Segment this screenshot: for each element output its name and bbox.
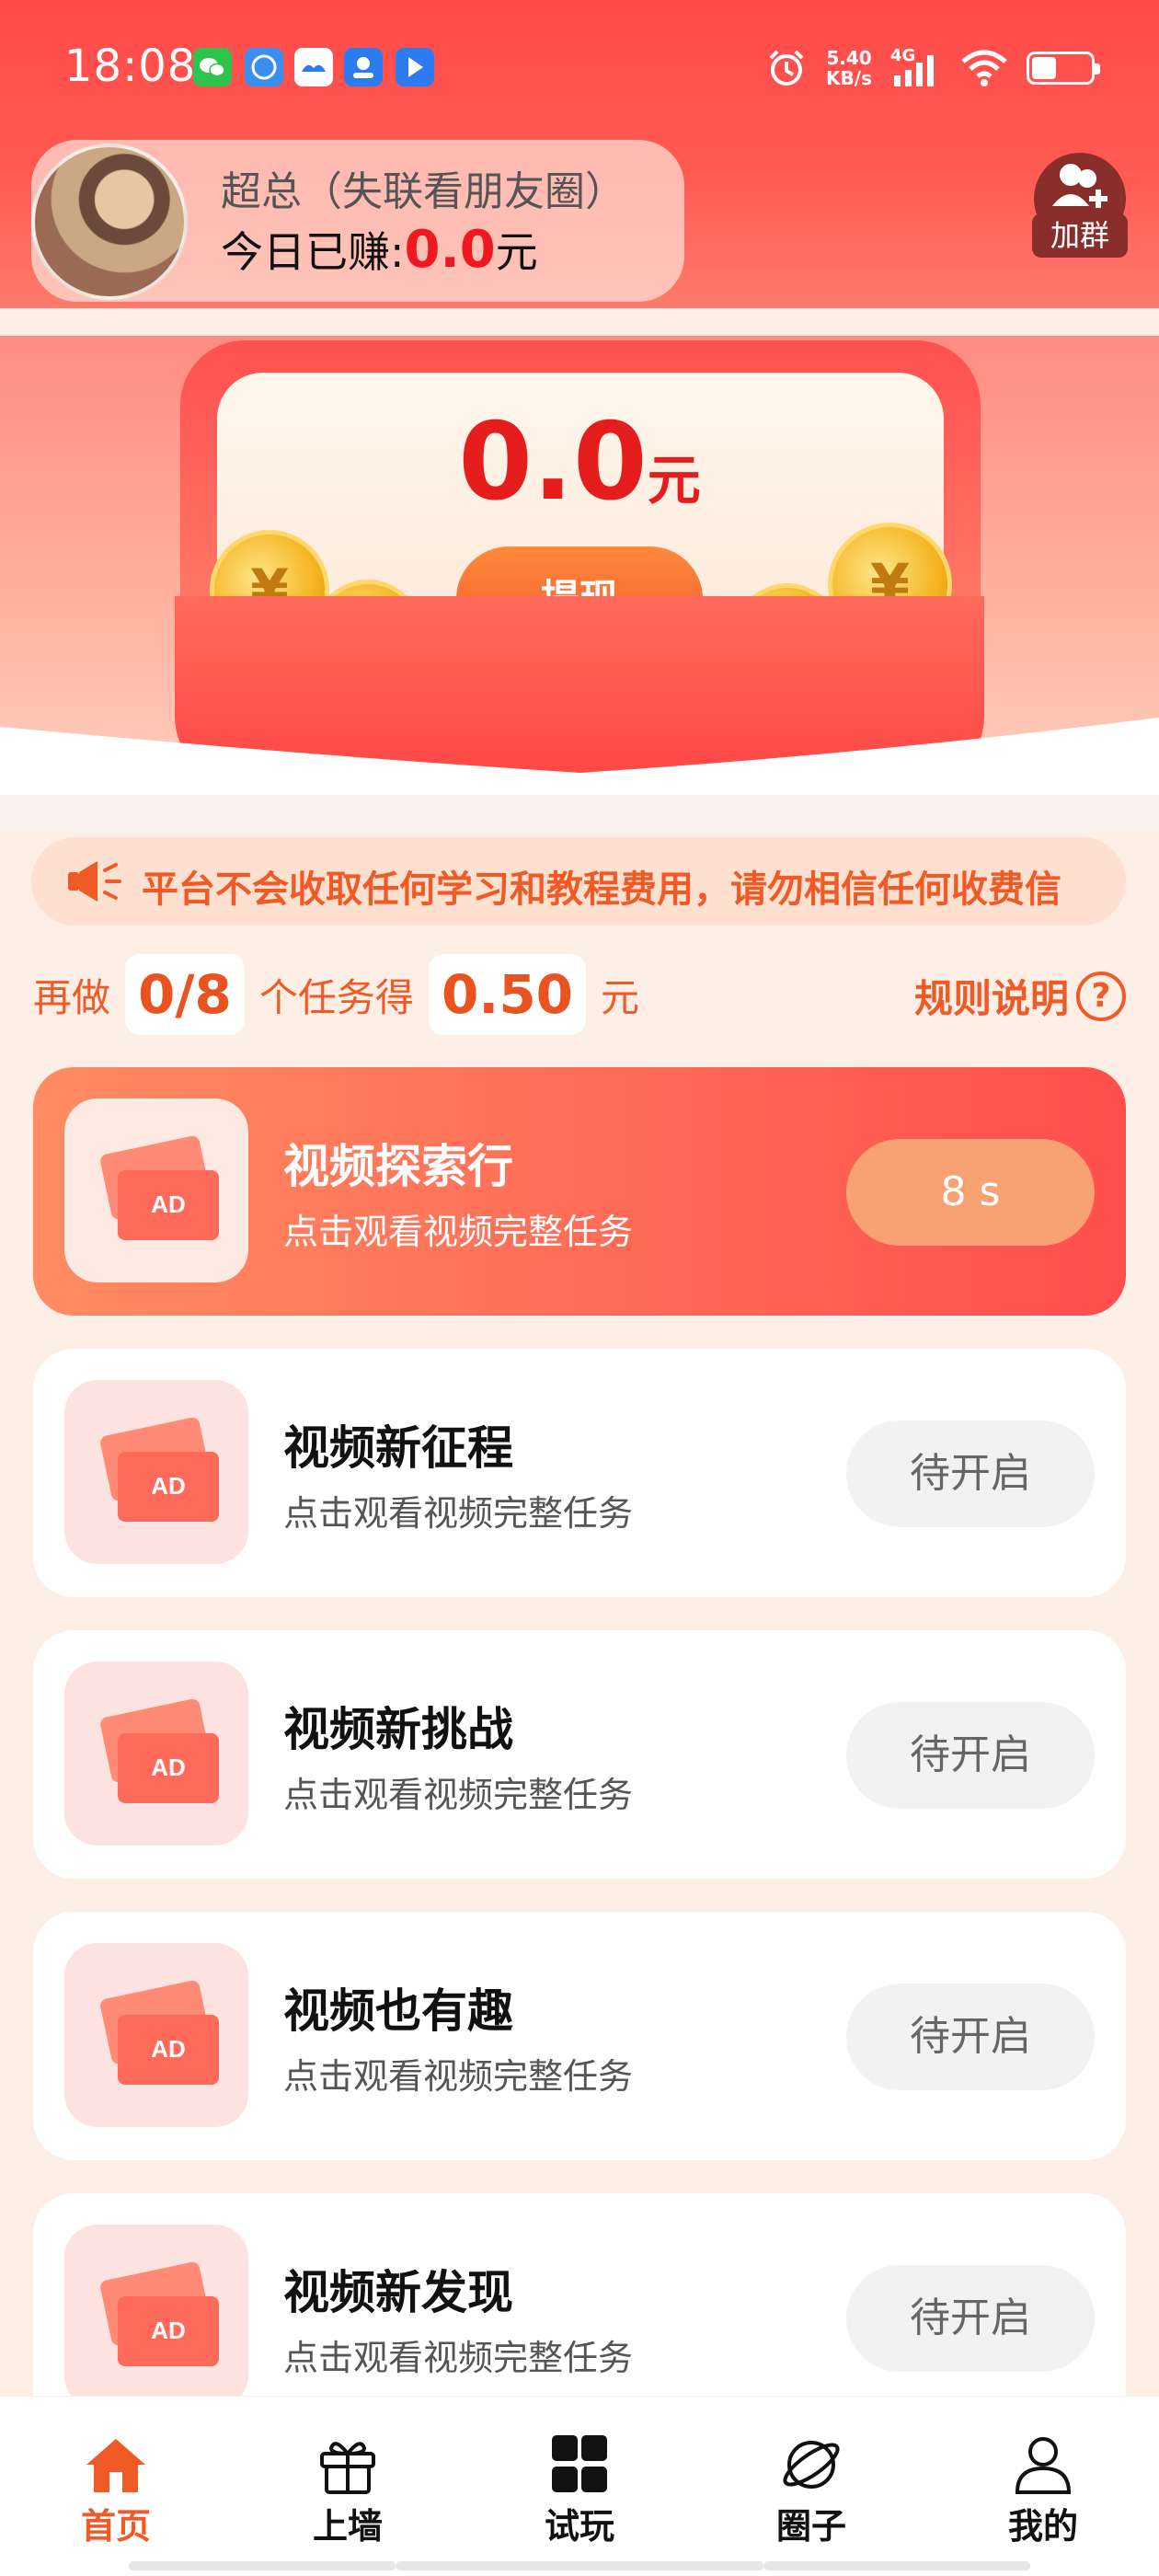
notice-text: 平台不会收取任何学习和教程费用，请勿相信任何收费信 xyxy=(142,868,1061,911)
ad-label: AD xyxy=(151,2035,186,2063)
progress-prefix: 再做 xyxy=(33,974,111,1020)
ad-label: AD xyxy=(151,1754,186,1781)
balance-value: 0.0 xyxy=(458,400,648,524)
user-name: 超总（失联看朋友圈） xyxy=(221,168,625,215)
nav-item-home[interactable]: 首页 xyxy=(42,2435,189,2548)
nav-label: 我的 xyxy=(1007,2506,1078,2547)
signal-icon xyxy=(894,55,934,86)
megaphone-icon xyxy=(68,861,121,902)
battery-icon xyxy=(1027,52,1100,85)
notice-divider xyxy=(0,795,1159,832)
task-countdown-button[interactable]: 8 s xyxy=(846,1139,1095,1246)
earnings-unit: 元 xyxy=(495,227,538,277)
task-title: 视频新发现 xyxy=(283,2266,513,2319)
nav-item-mine[interactable]: 我的 xyxy=(970,2435,1117,2548)
task-card[interactable]: AD 视频探索行 点击观看视频完整任务 8 s xyxy=(33,1067,1126,1316)
today-earnings: 今日已赚:0.0元 xyxy=(221,219,538,280)
ad-thumbnail: AD xyxy=(64,2225,248,2409)
progress-unit: 元 xyxy=(601,974,640,1020)
task-subtitle: 点击观看视频完整任务 xyxy=(283,2056,634,2097)
task-pending-button[interactable]: 待开启 xyxy=(846,1702,1095,1809)
ad-thumbnail: AD xyxy=(64,1662,248,1846)
nav-label: 上墙 xyxy=(312,2506,383,2547)
task-subtitle: 点击观看视频完整任务 xyxy=(283,1493,634,1534)
task-progress: 再做 0/8 个任务得 0.50 元 xyxy=(33,953,639,1036)
task-card[interactable]: AD 视频也有趣 点击观看视频完整任务 待开启 xyxy=(33,1912,1126,2160)
join-group-button[interactable]: 加群 xyxy=(1032,153,1128,261)
progress-middle: 个任务得 xyxy=(258,974,414,1020)
earnings-label: 今日已赚: xyxy=(221,227,405,277)
gift-icon xyxy=(320,2442,375,2494)
task-title: 视频新挑战 xyxy=(283,1703,513,1756)
alarm-icon xyxy=(769,50,804,86)
task-title: 视频探索行 xyxy=(283,1140,513,1193)
cloud-icon xyxy=(294,48,333,86)
avatar[interactable] xyxy=(31,144,188,300)
signal-indicator: 4G xyxy=(890,46,942,88)
ad-cards-icon: AD xyxy=(100,1417,219,1522)
notice-bar: 平台不会收取任何学习和教程费用，请勿相信任何收费信 xyxy=(31,837,1126,926)
status-indicators: 5.40 KB/s 4G xyxy=(765,44,1100,92)
task-subtitle: 点击观看视频完整任务 xyxy=(283,1212,634,1252)
nav-label: 首页 xyxy=(80,2506,151,2547)
ad-label: AD xyxy=(151,2317,186,2344)
arrow-app-icon xyxy=(396,48,434,86)
mail-icon xyxy=(245,48,283,86)
wechat-icon xyxy=(193,48,232,86)
wallet-balance: 0.0元 xyxy=(0,400,1159,524)
task-pending-button[interactable]: 待开启 xyxy=(846,2265,1095,2372)
nav-item-wall[interactable]: 上墙 xyxy=(274,2435,421,2548)
help-icon: ? xyxy=(1076,971,1126,1021)
status-time: 18:08 xyxy=(64,40,197,92)
ad-label: AD xyxy=(151,1190,186,1218)
ad-cards-icon: AD xyxy=(100,1698,219,1803)
home-icon xyxy=(86,2439,145,2492)
nav-item-trial[interactable]: 试玩 xyxy=(506,2435,653,2548)
status-bar: 18:08 5.40 KB/s 4G xyxy=(0,0,1159,138)
nav-label: 试玩 xyxy=(544,2506,614,2547)
task-subtitle: 点击观看视频完整任务 xyxy=(283,2338,634,2378)
ad-cards-icon: AD xyxy=(100,1980,219,2085)
speed-value: 5.40 xyxy=(826,47,872,69)
progress-count: 0/8 xyxy=(125,954,245,1035)
progress-reward: 0.50 xyxy=(428,954,587,1035)
nav-item-circle[interactable]: 圈子 xyxy=(738,2435,885,2548)
balance-unit: 元 xyxy=(647,449,701,512)
ad-thumbnail: AD xyxy=(64,1098,248,1282)
gesture-bar xyxy=(396,2561,763,2570)
earnings-value: 0.0 xyxy=(404,220,496,280)
grid-icon xyxy=(552,2435,607,2492)
speed-unit: KB/s xyxy=(826,67,872,89)
task-card[interactable]: AD 视频新征程 点击观看视频完整任务 待开启 xyxy=(33,1349,1126,1597)
ad-thumbnail: AD xyxy=(64,1380,248,1564)
planet-icon xyxy=(783,2441,840,2489)
rules-label: 规则说明 xyxy=(913,976,1069,1021)
ad-cards-icon: AD xyxy=(100,2261,219,2366)
task-title: 视频也有趣 xyxy=(283,1984,513,2038)
person-icon xyxy=(1015,2437,1072,2494)
nav-label: 圈子 xyxy=(775,2506,846,2547)
id-icon xyxy=(344,48,383,86)
ad-thumbnail: AD xyxy=(64,1943,248,2127)
gesture-bar xyxy=(763,2561,1030,2570)
bottom-nav: 首页 上墙 试玩 圈子 我的 xyxy=(0,2396,1159,2576)
network-speed: 5.40 KB/s xyxy=(826,48,872,88)
ad-label: AD xyxy=(151,1472,186,1500)
gesture-bar xyxy=(129,2561,396,2570)
wifi-icon xyxy=(961,50,1007,86)
ad-cards-icon: AD xyxy=(100,1135,219,1240)
task-pending-button[interactable]: 待开启 xyxy=(846,1984,1095,2090)
task-subtitle: 点击观看视频完整任务 xyxy=(283,1775,634,1815)
task-pending-button[interactable]: 待开启 xyxy=(846,1420,1095,1527)
task-card[interactable]: AD 视频新挑战 点击观看视频完整任务 待开启 xyxy=(33,1630,1126,1879)
banner-wave xyxy=(0,718,1159,800)
task-title: 视频新征程 xyxy=(283,1421,513,1475)
rules-link[interactable]: 规则说明 ? xyxy=(914,968,1126,1024)
join-group-label: 加群 xyxy=(1032,213,1128,258)
